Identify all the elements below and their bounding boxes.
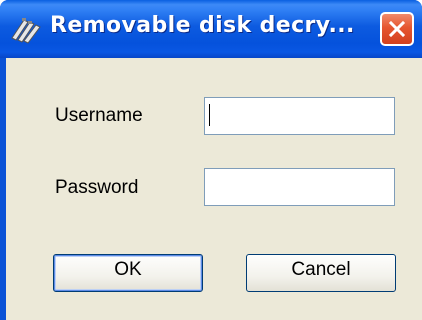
- ok-button-label: OK: [114, 259, 142, 280]
- username-label: Username: [55, 105, 143, 126]
- window-title: Removable disk decry...: [50, 13, 355, 38]
- password-field[interactable]: [204, 168, 395, 206]
- text-caret: [209, 104, 210, 126]
- password-label: Password: [55, 177, 139, 198]
- dialog-window: Removable disk decry... Username Passwor…: [0, 0, 422, 320]
- usb-disk-icon: [10, 14, 42, 44]
- title-bar[interactable]: Removable disk decry...: [0, 0, 422, 58]
- cancel-button-label: Cancel: [291, 259, 351, 280]
- close-button[interactable]: [380, 12, 414, 46]
- ok-button[interactable]: OK: [53, 254, 203, 292]
- cancel-button[interactable]: Cancel: [246, 254, 396, 292]
- dialog-client-area: Username Password OK Cancel: [6, 58, 422, 320]
- username-field[interactable]: [204, 97, 395, 135]
